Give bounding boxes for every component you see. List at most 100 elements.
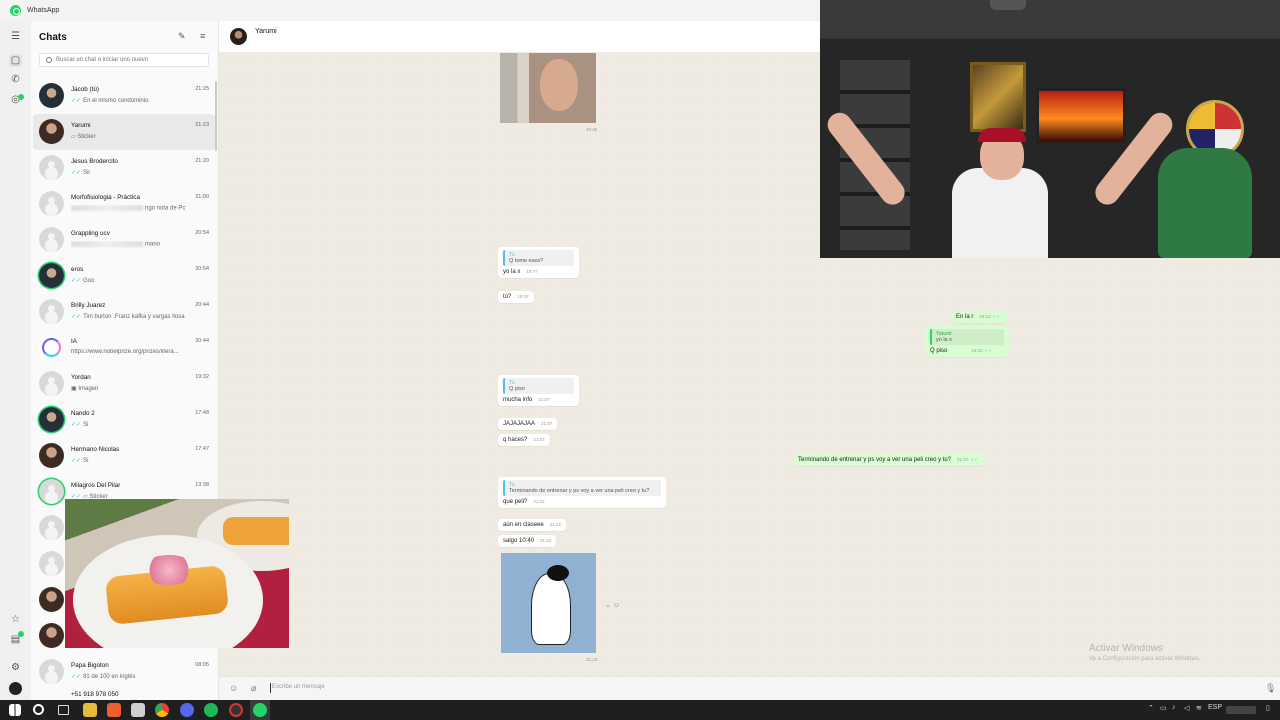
outgoing-message[interactable]: En la r 19:12 ✓✓ xyxy=(951,311,1008,323)
chat-row-eros[interactable]: eros 20:54 ✓✓ Goo xyxy=(33,258,215,294)
chat-row-ia[interactable]: IA 20:44 https://www.nobelprize.org/priz… xyxy=(33,330,215,366)
watermark-title: Activar Windows xyxy=(1089,643,1163,654)
message-time: 21:07 xyxy=(541,421,553,426)
file-explorer-icon[interactable] xyxy=(83,703,97,717)
double-check-icon: ✓✓ xyxy=(71,314,82,320)
message-text: que peli? xyxy=(503,499,528,505)
sticker-time: 21:23 xyxy=(586,657,598,662)
quoted-message[interactable]: Yarumi yo la x xyxy=(930,329,1004,345)
quoted-message[interactable]: Tú Q piso xyxy=(503,378,574,394)
composer-bar: ☺ ⌀ Escribe un mensaje 🎙 xyxy=(219,676,1280,700)
outgoing-message[interactable]: Terminando de entrenar y ps voy a ver un… xyxy=(793,454,985,466)
chat-row-papa-bigoton[interactable]: Papa Bigoton 08:05 ✓✓ 81 de 100 en inglés xyxy=(33,654,215,690)
chat-preview-text: mano xyxy=(145,241,161,248)
chats-icon[interactable]: ▢ xyxy=(9,54,22,67)
incoming-message[interactable]: JAJAJAJAA 21:07 xyxy=(498,418,558,430)
double-check-icon: ✓✓ xyxy=(71,170,82,176)
network-icon[interactable]: ▭ xyxy=(1160,704,1167,712)
chat-preview-text: Goo xyxy=(83,278,95,284)
emoji-react-icon[interactable]: ☺ xyxy=(613,602,620,609)
whatsapp-taskbar-icon[interactable] xyxy=(253,703,267,717)
avatar xyxy=(39,587,64,612)
search-icon[interactable] xyxy=(33,704,44,715)
filter-icon[interactable]: ≡ xyxy=(200,31,205,41)
profile-avatar[interactable] xyxy=(9,682,22,695)
received-photo[interactable] xyxy=(500,53,596,123)
incoming-message[interactable]: salgo 10:40 21:22 xyxy=(498,535,557,547)
tray-chevron-icon[interactable]: ⌃ xyxy=(1148,704,1154,712)
outgoing-reply-bubble[interactable]: Yarumi yo la x Q piso 19:15 ✓✓ xyxy=(925,326,1009,357)
discord-icon[interactable] xyxy=(180,703,194,717)
contact-name[interactable]: Yarumi xyxy=(255,28,277,35)
spotify-icon[interactable] xyxy=(204,703,218,717)
microphone-icon[interactable]: 🎙 xyxy=(1265,683,1276,694)
chat-list-scrollbar[interactable] xyxy=(215,81,217,151)
notification-icon[interactable]: ▯ xyxy=(1266,704,1270,712)
search-input[interactable]: Buscar un chat o iniciar uno nuevo xyxy=(39,53,209,67)
chevron-down-icon[interactable]: ⌄ xyxy=(605,602,611,609)
chat-row-grappling[interactable]: Grappling ucv 20:54 mano xyxy=(33,222,215,258)
quoted-text: Q piso xyxy=(509,386,525,392)
chat-row-hermano-nicolas[interactable]: Hermano Nicolas 17:47 ✓✓ Si xyxy=(33,438,215,474)
avatar xyxy=(39,227,64,252)
incoming-message[interactable]: aún en claseee 21:22 xyxy=(498,519,566,531)
brave-icon[interactable] xyxy=(107,703,121,717)
avatar xyxy=(39,191,64,216)
chat-name: Jacob (tú) xyxy=(71,86,99,93)
chat-name: Brilly Juarez xyxy=(71,302,106,309)
speaker-icon[interactable]: ◁ xyxy=(1184,704,1189,712)
quoted-message[interactable]: Tú Terminando de entrenar y ps voy a ver… xyxy=(503,480,661,496)
chat-name: Jesus Brodercito xyxy=(71,158,118,165)
person-body xyxy=(952,168,1048,258)
calls-icon[interactable]: ✆ xyxy=(9,73,22,86)
double-check-icon: ✓✓ xyxy=(71,422,82,428)
chat-preview: ✓✓ Si xyxy=(71,421,207,428)
new-chat-icon[interactable]: ✎ xyxy=(178,31,186,42)
chat-name: eros xyxy=(71,266,84,273)
contact-avatar[interactable] xyxy=(230,28,247,45)
avatar xyxy=(39,155,64,180)
quoted-text: yo la x xyxy=(936,337,952,343)
message-time: 21:22 xyxy=(540,538,552,543)
chat-row-nando[interactable]: Nando 2 17:48 ✓✓ Si xyxy=(33,402,215,438)
avatar xyxy=(39,371,64,396)
emoji-icon[interactable]: ☺ xyxy=(229,683,238,693)
conversation-header[interactable]: Yarumi xyxy=(219,21,820,52)
pickled-onion xyxy=(141,555,197,585)
search-placeholder: Buscar un chat o iniciar uno nuevo xyxy=(56,57,149,63)
incoming-reply-bubble[interactable]: Tú Q tome eses? yo la x 19:?? xyxy=(498,247,579,278)
quoted-message[interactable]: Tú Q tome eses? xyxy=(503,250,574,266)
starred-icon[interactable]: ☆ xyxy=(9,613,22,626)
attach-icon[interactable]: ⌀ xyxy=(251,683,256,694)
microphone-tray-icon[interactable]: ♪ xyxy=(1172,704,1176,711)
language-indicator[interactable]: ESP xyxy=(1208,704,1222,711)
task-view-icon[interactable] xyxy=(58,705,69,715)
message-actions: ⌄ ☺ xyxy=(605,601,620,609)
chrome-icon[interactable] xyxy=(155,703,169,717)
store-icon[interactable] xyxy=(131,703,145,717)
chat-time: 21:20 xyxy=(195,158,209,164)
chat-row-jesus[interactable]: Jesus Brodercito 21:20 ✓✓ Sii xyxy=(33,150,215,186)
chat-preview: ▣ Imagen xyxy=(71,385,207,392)
obs-icon[interactable] xyxy=(229,703,243,717)
chat-row-yordan[interactable]: Yordan 19:32 ▣ Imagen xyxy=(33,366,215,402)
incoming-reply-bubble[interactable]: Tú Q piso mucha info 21:07 xyxy=(498,375,579,406)
received-sticker[interactable] xyxy=(501,553,596,653)
chat-row-number[interactable]: +51 918 978 050 xyxy=(33,690,215,700)
menu-icon[interactable]: ☰ xyxy=(9,30,22,43)
settings-icon[interactable]: ⚙ xyxy=(9,661,22,674)
chat-row-jacob[interactable]: Jacob (tú) 21:25 ✓✓ En el mismo condomini… xyxy=(33,78,215,114)
wifi-icon[interactable]: ≋ xyxy=(1196,704,1202,712)
message-input[interactable]: Escribe un mensaje xyxy=(272,684,325,690)
chat-row-brilly[interactable]: Brilly Juarez 20:44 ✓✓ Tim burton .Franz … xyxy=(33,294,215,330)
chat-preview-text: ngo nota de Pc xyxy=(145,205,186,212)
chat-preview: ngo nota de Pc xyxy=(71,205,207,212)
start-icon[interactable] xyxy=(9,704,21,716)
incoming-message[interactable]: tú? 19:22 xyxy=(498,291,534,303)
chat-row-yarumi[interactable]: Yarumi 21:23 ▱ Sticker xyxy=(33,114,215,150)
incoming-reply-bubble[interactable]: Tú Terminando de entrenar y ps voy a ver… xyxy=(498,477,666,508)
clock-area[interactable] xyxy=(1226,706,1256,714)
chat-row-morfofisiologia[interactable]: Morfofisiologia - Práctica 21:00 ngo not… xyxy=(33,186,215,222)
incoming-message[interactable]: q haces? 21:07 xyxy=(498,434,550,446)
chat-name: +51 918 978 050 xyxy=(71,691,119,698)
